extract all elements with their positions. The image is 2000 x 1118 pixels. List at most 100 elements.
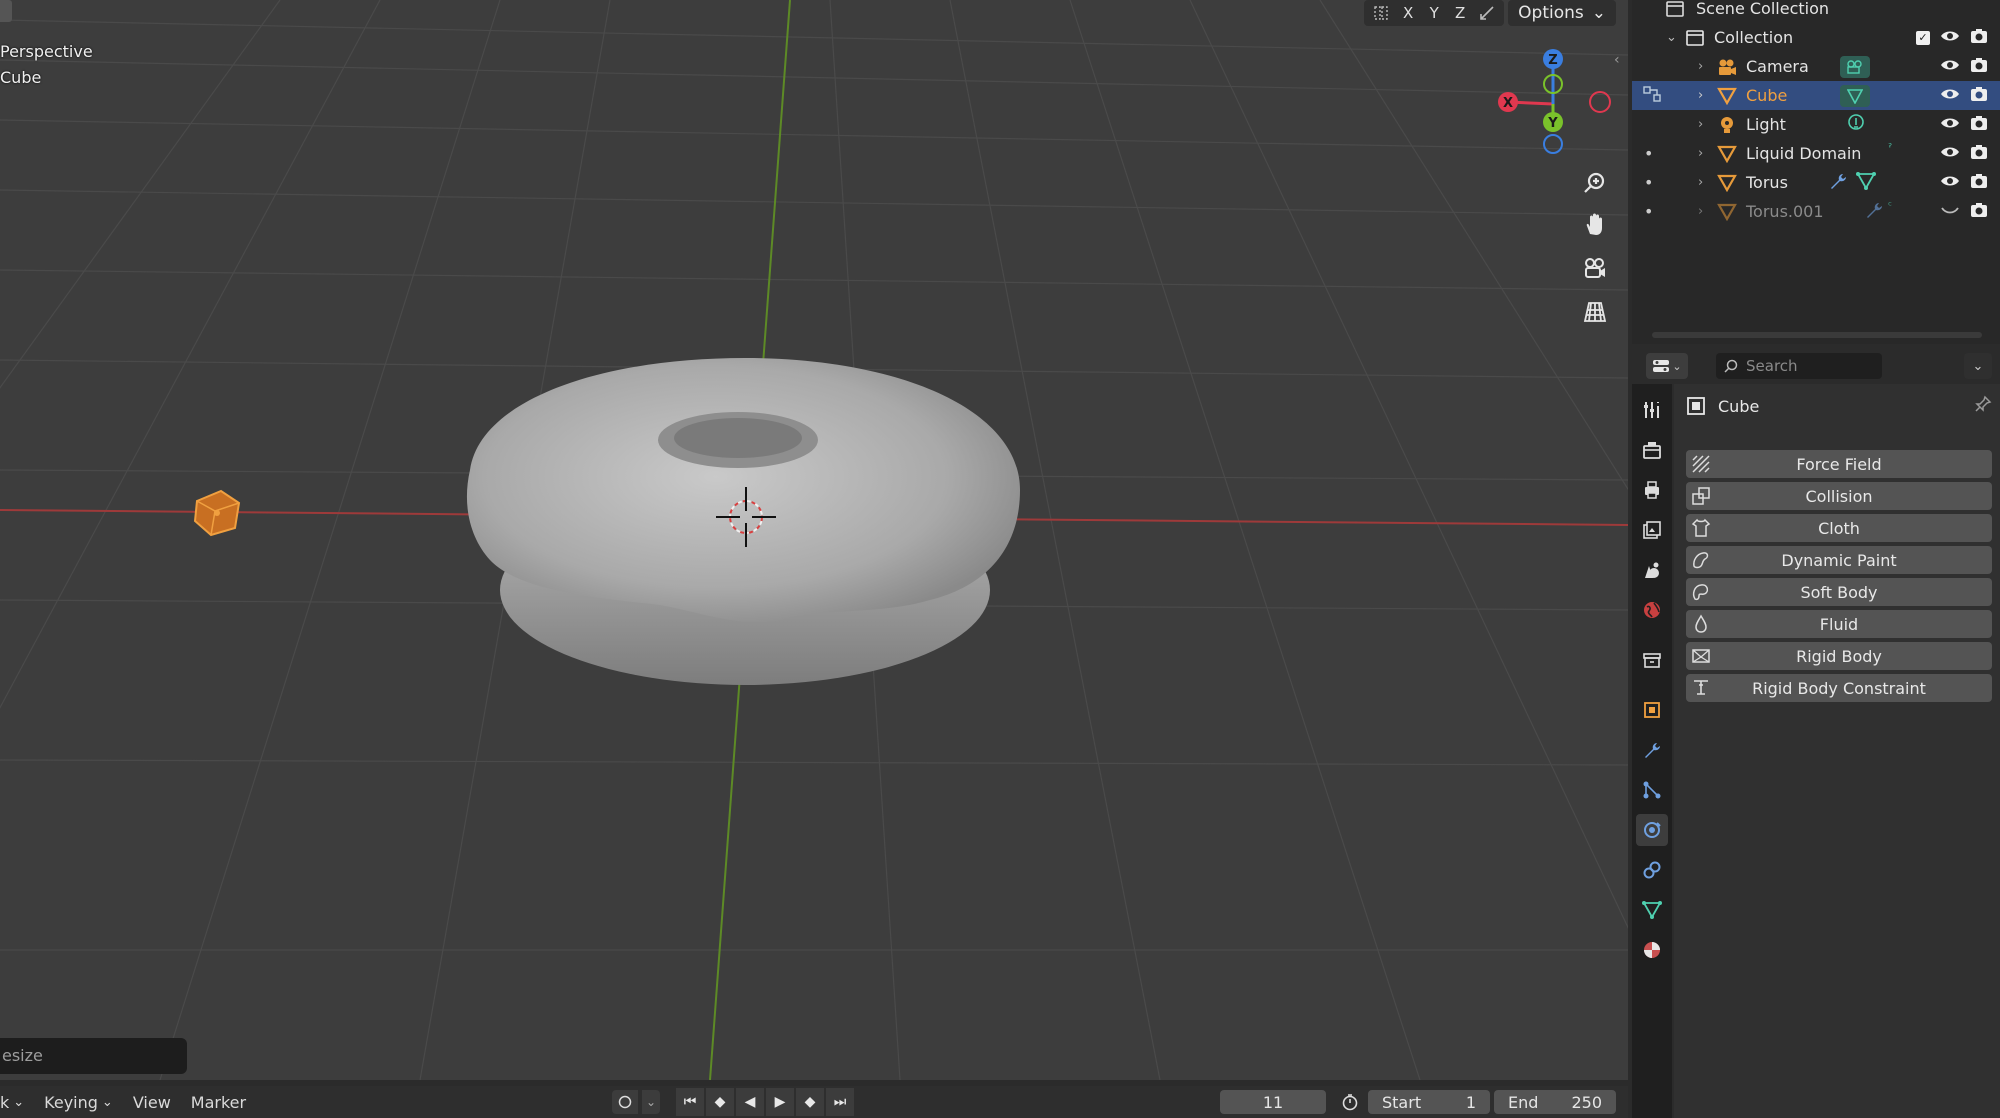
eye-icon[interactable] xyxy=(1940,144,1960,163)
rigid-body-button[interactable]: Rigid Body xyxy=(1686,642,1992,670)
play-reverse-icon[interactable]: ◀ xyxy=(736,1088,764,1116)
rigid-body-constraint-icon xyxy=(1686,678,1716,698)
navigation-gizmo[interactable]: X Z Y xyxy=(1490,44,1620,164)
chevron-down-icon[interactable]: ⌄ xyxy=(642,1090,660,1114)
axis-x-toggle[interactable]: X xyxy=(1396,0,1420,26)
mesh-data-icon[interactable] xyxy=(1856,171,1876,195)
tab-output[interactable] xyxy=(1636,474,1668,506)
select-mode-icon[interactable] xyxy=(1642,85,1664,107)
chevron-right-icon[interactable]: › xyxy=(1698,146,1710,161)
render-camera-icon[interactable] xyxy=(1970,144,1988,164)
render-camera-icon[interactable] xyxy=(1970,202,1988,222)
chevron-down-icon: ⌄ xyxy=(101,1094,113,1110)
render-camera-icon[interactable] xyxy=(1970,115,1988,135)
render-camera-icon[interactable] xyxy=(1970,57,1988,77)
tab-collection[interactable] xyxy=(1636,644,1668,676)
play-icon[interactable]: ▶ xyxy=(766,1088,794,1116)
current-frame-field[interactable]: 11 xyxy=(1220,1090,1326,1114)
tab-modifiers[interactable] xyxy=(1636,734,1668,766)
chevron-right-icon[interactable]: › xyxy=(1698,117,1710,132)
tab-view-layer[interactable] xyxy=(1636,514,1668,546)
eye-icon[interactable] xyxy=(1940,57,1960,76)
eye-icon[interactable] xyxy=(1940,115,1960,134)
tab-tool[interactable] xyxy=(1636,394,1668,426)
wrench-icon[interactable] xyxy=(1828,171,1848,195)
tab-data[interactable] xyxy=(1636,894,1668,926)
tab-render[interactable] xyxy=(1636,434,1668,466)
tab-physics[interactable] xyxy=(1636,814,1668,846)
chevron-down-icon[interactable]: ⌄ xyxy=(1666,30,1680,45)
keying-menu[interactable]: Keying ⌄ xyxy=(34,1086,123,1118)
outliner-item-liquid-domain[interactable]: • › Liquid Domain ˀ xyxy=(1632,139,2000,168)
fluid-button[interactable]: Fluid xyxy=(1686,610,1992,638)
pin-icon[interactable] xyxy=(1974,395,1992,418)
scene-collection-row[interactable]: Scene Collection xyxy=(1632,0,2000,23)
scene-canvas[interactable] xyxy=(0,0,1628,1080)
marker-menu[interactable]: Marker xyxy=(181,1086,256,1118)
mirror-icon[interactable] xyxy=(1368,0,1394,26)
ortho-grid-icon[interactable] xyxy=(1578,295,1612,329)
collection-row[interactable]: ⌄ Collection ✓ xyxy=(1632,23,2000,52)
tab-constraints[interactable] xyxy=(1636,854,1668,886)
cloth-button[interactable]: Cloth xyxy=(1686,514,1992,542)
eye-icon[interactable] xyxy=(1940,28,1960,47)
chevron-right-icon[interactable]: › xyxy=(1698,204,1710,219)
collision-button[interactable]: Collision xyxy=(1686,482,1992,510)
jump-start-icon[interactable]: ⏮ xyxy=(676,1088,704,1116)
next-keyframe-icon[interactable]: ◆ xyxy=(796,1088,824,1116)
light-data-icon[interactable] xyxy=(1846,113,1866,137)
record-icon[interactable] xyxy=(612,1090,638,1114)
options-chevron-down-icon[interactable]: ⌄ xyxy=(1964,353,1992,379)
prev-keyframe-icon[interactable]: ◆ xyxy=(706,1088,734,1116)
outliner-scrollbar[interactable] xyxy=(1652,332,1982,338)
eye-icon[interactable] xyxy=(1940,173,1960,192)
properties-search-field[interactable]: Search xyxy=(1716,353,1882,379)
output-printer-icon xyxy=(1645,481,1659,499)
mesh-data-icon[interactable] xyxy=(1840,84,1870,107)
render-camera-icon[interactable] xyxy=(1970,28,1988,48)
chevron-right-icon[interactable]: › xyxy=(1698,175,1710,190)
tab-world[interactable] xyxy=(1636,594,1668,626)
options-dropdown[interactable]: Options ⌄ xyxy=(1508,0,1616,26)
force-field-button[interactable]: Force Field xyxy=(1686,450,1992,478)
tab-material[interactable] xyxy=(1636,934,1668,966)
playback-menu[interactable]: k ⌄ xyxy=(0,1086,34,1118)
tab-particles[interactable] xyxy=(1636,774,1668,806)
camera-view-icon[interactable] xyxy=(1578,251,1612,285)
render-camera-icon[interactable] xyxy=(1970,86,1988,106)
end-frame-field[interactable]: End 250 xyxy=(1494,1090,1616,1114)
outliner-item-light[interactable]: › Light xyxy=(1632,110,2000,139)
render-camera-icon[interactable] xyxy=(1970,173,1988,193)
operator-panel[interactable]: esize xyxy=(0,1038,187,1074)
tab-scene[interactable] xyxy=(1636,554,1668,586)
outliner-item-cube[interactable]: › Cube xyxy=(1632,81,2000,110)
exclude-checkbox[interactable]: ✓ xyxy=(1916,30,1930,45)
rigid-body-constraint-button[interactable]: Rigid Body Constraint xyxy=(1686,674,1992,702)
zoom-icon[interactable] xyxy=(1578,166,1612,200)
outliner-item-torus[interactable]: • › Torus xyxy=(1632,168,2000,197)
editor-type-button[interactable] xyxy=(0,0,12,22)
editor-type-dropdown[interactable]: ⌄ xyxy=(1646,353,1688,379)
view-menu[interactable]: View xyxy=(123,1086,181,1118)
eye-closed-icon[interactable] xyxy=(1940,202,1960,221)
axis-z-toggle[interactable]: Z xyxy=(1448,0,1472,26)
soft-body-button[interactable]: Soft Body xyxy=(1686,578,1992,606)
stopwatch-icon[interactable] xyxy=(1336,1090,1364,1114)
tab-object[interactable] xyxy=(1636,694,1668,726)
operator-label: esize xyxy=(2,1046,43,1065)
3d-viewport[interactable]: Perspective Cube X Y Z Options ⌄ ‹ X Z Y… xyxy=(0,0,1628,1080)
chevron-right-icon[interactable]: › xyxy=(1698,88,1710,103)
outliner-item-torus-001[interactable]: • › Torus.001 ᶜ xyxy=(1632,197,2000,226)
chevron-right-icon[interactable]: › xyxy=(1698,59,1710,74)
camera-data-icon[interactable] xyxy=(1840,55,1870,78)
start-value: 1 xyxy=(1465,1092,1476,1112)
eye-icon[interactable] xyxy=(1940,86,1960,105)
snap-icon[interactable] xyxy=(1474,0,1500,26)
jump-end-icon[interactable]: ⏭ xyxy=(826,1088,854,1116)
wrench-icon[interactable] xyxy=(1864,200,1884,224)
dynamic-paint-button[interactable]: Dynamic Paint xyxy=(1686,546,1992,574)
pan-hand-icon[interactable] xyxy=(1578,208,1612,242)
axis-y-toggle[interactable]: Y xyxy=(1422,0,1446,26)
outliner-item-camera[interactable]: › Camera xyxy=(1632,52,2000,81)
start-frame-field[interactable]: Start 1 xyxy=(1368,1090,1490,1114)
